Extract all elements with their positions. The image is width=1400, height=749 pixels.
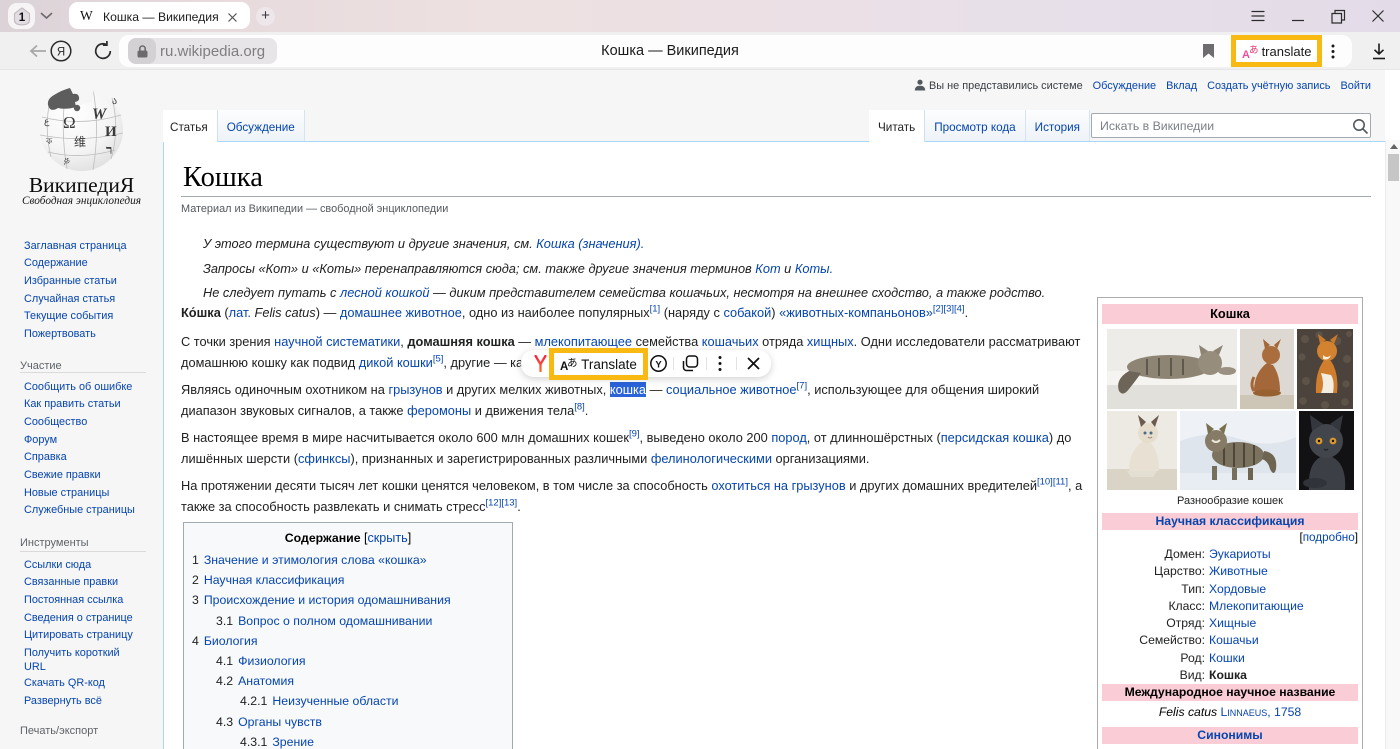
svg-text:И: И	[105, 124, 117, 140]
svg-text:ক: ক	[45, 136, 53, 146]
svg-text:あ: あ	[1249, 45, 1259, 56]
svg-text:ר: ר	[106, 142, 112, 157]
svg-text:ع: ع	[44, 116, 50, 127]
svg-text:Y: Y	[655, 360, 662, 371]
svg-text:あ: あ	[567, 357, 578, 369]
svg-text:1: 1	[19, 12, 26, 24]
svg-text:W: W	[92, 106, 108, 123]
svg-text:ა: ა	[112, 96, 117, 107]
svg-text:维: 维	[74, 135, 86, 149]
svg-text:Я: Я	[57, 46, 65, 58]
svg-text:Ω: Ω	[63, 113, 76, 132]
svg-text:த: த	[64, 154, 70, 164]
